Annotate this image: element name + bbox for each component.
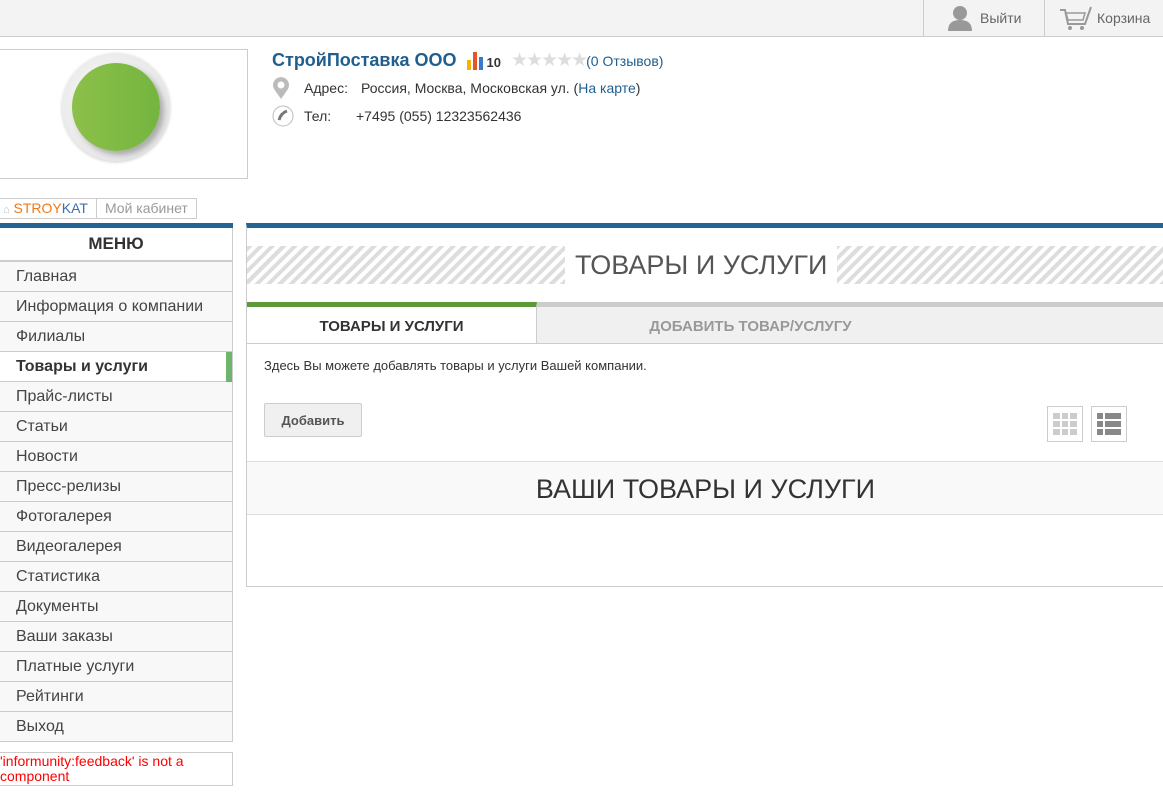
address-end: )	[635, 80, 641, 96]
breadcrumb-home[interactable]: ⌂ STROYKAT	[0, 198, 96, 219]
phone-value: +7495 (055) 12323562436	[356, 108, 522, 124]
section-title: ВАШИ ТОВАРЫ И УСЛУГИ	[247, 461, 1163, 515]
phone-icon	[272, 105, 294, 127]
sidebar-item[interactable]: Главная	[0, 262, 233, 292]
sidebar-item[interactable]: Новости	[0, 442, 233, 472]
sidebar-item[interactable]: Товары и услуги	[0, 352, 233, 382]
sidebar-item[interactable]: Рейтинги	[0, 682, 233, 712]
sidebar-item[interactable]: Статистика	[0, 562, 233, 592]
cart-label: Корзина	[1097, 10, 1151, 26]
list-view-icon[interactable]	[1091, 406, 1127, 442]
brand-stroy: STROY	[13, 200, 62, 216]
sidebar-item[interactable]: Платные услуги	[0, 652, 233, 682]
breadcrumb-current[interactable]: Мой кабинет	[95, 198, 197, 219]
tab-products[interactable]: ТОВАРЫ И УСЛУГИ	[247, 302, 537, 343]
description: Здесь Вы можете добавлять товары и услуг…	[264, 358, 647, 373]
top-bar: Выйти Корзина	[0, 0, 1163, 37]
rating-value: 10	[486, 54, 501, 70]
logout-label: Выйти	[980, 10, 1022, 26]
grid-view-icon[interactable]	[1047, 406, 1083, 442]
sidebar-item[interactable]: Прайс-листы	[0, 382, 233, 412]
logout-button[interactable]: Выйти	[923, 0, 1045, 36]
tabs: ТОВАРЫ И УСЛУГИ ДОБАВИТЬ ТОВАР/УСЛУГУ	[247, 302, 1163, 344]
sidebar-item[interactable]: Информация о компании	[0, 292, 233, 322]
user-icon	[948, 6, 972, 31]
breadcrumb: ⌂ STROYKAT Мой кабинет	[0, 198, 197, 219]
sidebar-menu: МЕНЮ Главная Информация о компании Филиалы…	[0, 223, 233, 742]
rating-stars[interactable]: ★★★★★	[511, 49, 588, 72]
page-title-banner: ТОВАРЫ И УСЛУГИ	[247, 244, 1163, 286]
rating-chart-icon	[466, 51, 483, 70]
menu-title: МЕНЮ	[0, 228, 233, 262]
tab-add-product[interactable]: ДОБАВИТЬ ТОВАР/УСЛУГУ	[537, 302, 1163, 343]
sidebar-item[interactable]: Выход	[0, 712, 233, 742]
sidebar-item[interactable]: Филиалы	[0, 322, 233, 352]
cart-icon	[1060, 6, 1092, 30]
sidebar-item[interactable]: Ваши заказы	[0, 622, 233, 652]
add-button[interactable]: Добавить	[264, 403, 362, 437]
phone-label: Тел:	[304, 108, 332, 124]
cart-button[interactable]: Корзина	[1044, 0, 1163, 36]
sidebar-item[interactable]: Документы	[0, 592, 233, 622]
sidebar-item[interactable]: Пресс-релизы	[0, 472, 233, 502]
map-link[interactable]: На карте	[578, 80, 636, 96]
error-message: 'informunity:feedback' is not a componen…	[0, 752, 233, 786]
company-logo	[0, 49, 248, 179]
company-name[interactable]: СтройПоставка ООО	[272, 50, 457, 71]
sidebar-item[interactable]: Статьи	[0, 412, 233, 442]
location-pin-icon	[273, 77, 289, 99]
address-label: Адрес:	[304, 80, 348, 96]
page-title: ТОВАРЫ И УСЛУГИ	[565, 244, 838, 286]
reviews-link[interactable]: (0 Отзывов)	[586, 53, 663, 69]
home-icon: ⌂	[3, 204, 10, 216]
address-value: Россия, Москва, Московская ул. (	[361, 80, 579, 96]
sidebar-item[interactable]: Видеогалерея	[0, 532, 233, 562]
brand-kat: KAT	[61, 200, 88, 216]
main-content: ТОВАРЫ И УСЛУГИ ТОВАРЫ И УСЛУГИ ДОБАВИТЬ…	[246, 223, 1163, 587]
sidebar-item[interactable]: Фотогалерея	[0, 502, 233, 532]
